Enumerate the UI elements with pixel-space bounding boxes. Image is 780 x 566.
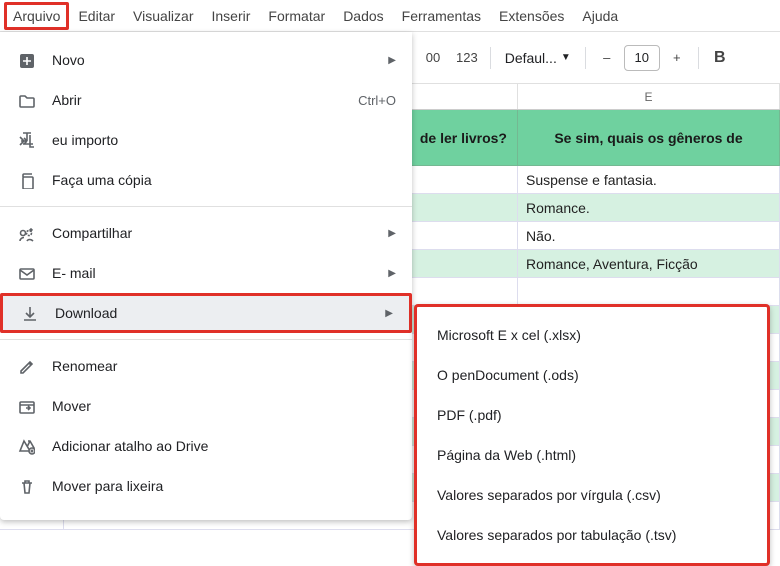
menu-item-mover-para-lixeira[interactable]: Mover para lixeira <box>0 466 412 506</box>
import-icon <box>16 130 36 150</box>
menu-item-novo[interactable]: Novo ▶ <box>0 40 412 80</box>
menu-item-label: Abrir <box>52 92 358 108</box>
number-format-button[interactable]: 123 <box>450 43 484 73</box>
menubar-item-ferramentas[interactable]: Ferramentas <box>393 2 490 30</box>
mail-icon <box>16 263 36 283</box>
submenu-item[interactable]: Valores separados por tabulação (.tsv) <box>417 515 767 555</box>
submenu-item[interactable]: Microsoft E x cel (.xlsx) <box>417 315 767 355</box>
menu-item-label: eu importo <box>52 132 396 148</box>
chevron-right-icon: ▶ <box>388 55 396 66</box>
submenu-item[interactable]: Página da Web (.html) <box>417 435 767 475</box>
menubar-item-dados[interactable]: Dados <box>334 2 392 30</box>
separator <box>490 47 491 69</box>
share-icon <box>16 223 36 243</box>
menu-item-label: Download <box>55 305 377 321</box>
chevron-right-icon: ▶ <box>385 308 393 319</box>
folder-icon <box>16 90 36 110</box>
menu-item-label: Mover para lixeira <box>52 478 396 494</box>
menu-item-label: Mover <box>52 398 396 414</box>
font-size-input[interactable]: 10 <box>624 45 660 71</box>
menu-shortcut: Ctrl+O <box>358 93 396 108</box>
trash-icon <box>16 476 36 496</box>
menu-item-abrir[interactable]: AbrirCtrl+O <box>0 80 412 120</box>
menu-item-label: Renomear <box>52 358 396 374</box>
menu-item-label: E- mail <box>52 265 380 281</box>
chevron-right-icon: ▶ <box>388 268 396 279</box>
separator <box>698 47 699 69</box>
menu-item-compartilhar[interactable]: Compartilhar ▶ <box>0 213 412 253</box>
menubar-item-visualizar[interactable]: Visualizar <box>124 2 202 30</box>
menu-item-fa-a-uma-c-pia[interactable]: Faça uma cópia <box>0 160 412 200</box>
submenu-item[interactable]: PDF (.pdf) <box>417 395 767 435</box>
header-cell-e[interactable]: Se sim, quais os gêneros de <box>518 110 780 166</box>
menubar-item-inserir[interactable]: Inserir <box>202 2 259 30</box>
cell[interactable]: Romance, Aventura, Ficção <box>518 250 780 278</box>
copy-icon <box>16 170 36 190</box>
cell[interactable] <box>518 278 780 306</box>
menubar-item-extensões[interactable]: Extensões <box>490 2 573 30</box>
cell[interactable]: Não. <box>518 222 780 250</box>
download-icon <box>19 303 39 323</box>
menu-item-label: Adicionar atalho ao Drive <box>52 438 396 454</box>
menu-item-renomear[interactable]: Renomear <box>0 346 412 386</box>
bold-button[interactable]: B <box>705 43 735 73</box>
download-submenu: Microsoft E x cel (.xlsx)O penDocument (… <box>414 304 770 566</box>
submenu-item[interactable]: Valores separados por vírgula (.csv) <box>417 475 767 515</box>
menubar-item-arquivo[interactable]: Arquivo <box>4 2 69 30</box>
menubar: ArquivoEditarVisualizarInserirFormatarDa… <box>0 0 780 32</box>
chevron-right-icon: ▶ <box>388 228 396 239</box>
plus-box-icon <box>16 50 36 70</box>
cell[interactable]: Suspense e fantasia. <box>518 166 780 194</box>
font-size-increase[interactable]: + <box>662 43 692 73</box>
chevron-down-icon: ▼ <box>561 52 571 63</box>
column-header-e[interactable]: E <box>518 84 780 109</box>
drive-add-icon <box>16 436 36 456</box>
menubar-item-editar[interactable]: Editar <box>69 2 124 30</box>
submenu-item[interactable]: O penDocument (.ods) <box>417 355 767 395</box>
menu-item-label: Faça uma cópia <box>52 172 396 188</box>
menu-item-label: Novo <box>52 52 380 68</box>
percent-button[interactable]: 00 <box>418 43 448 73</box>
menu-item-download[interactable]: Download ▶ <box>0 293 412 333</box>
menubar-item-formatar[interactable]: Formatar <box>259 2 334 30</box>
menu-item-label: Compartilhar <box>52 225 380 241</box>
menu-item-e-mail[interactable]: E- mail ▶ <box>0 253 412 293</box>
file-menu-dropdown: Novo ▶ AbrirCtrl+O eu importo Faça uma cópia… <box>0 32 412 520</box>
font-family-label: Defaul... <box>505 50 557 66</box>
menu-item-mover[interactable]: Mover <box>0 386 412 426</box>
menubar-item-ajuda[interactable]: Ajuda <box>573 2 627 30</box>
move-icon <box>16 396 36 416</box>
font-size-decrease[interactable]: – <box>592 43 622 73</box>
toolbar: 00 123 Defaul... ▼ – 10 + B <box>412 32 780 84</box>
cell[interactable]: Romance. <box>518 194 780 222</box>
menu-item-eu-importo[interactable]: eu importo <box>0 120 412 160</box>
menu-item-adicionar-atalho-ao-drive[interactable]: Adicionar atalho ao Drive <box>0 426 412 466</box>
font-family-select[interactable]: Defaul... ▼ <box>497 50 579 66</box>
separator <box>585 47 586 69</box>
rename-icon <box>16 356 36 376</box>
